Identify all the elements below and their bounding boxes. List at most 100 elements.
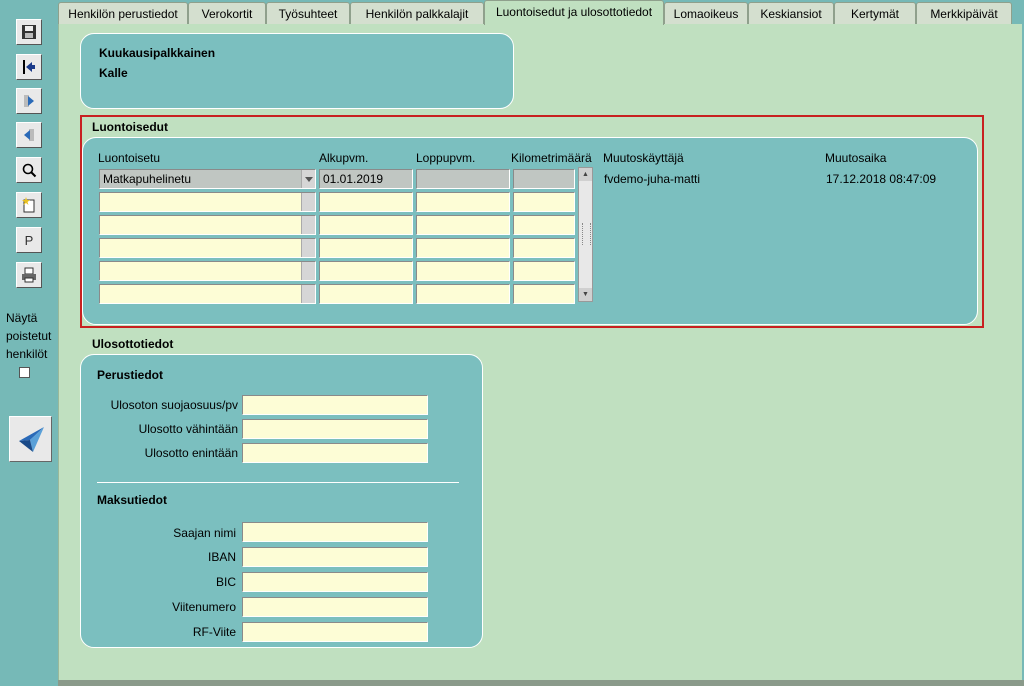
benefit-select[interactable] bbox=[99, 215, 316, 235]
end-date-field[interactable] bbox=[416, 284, 510, 304]
reference-number-field[interactable] bbox=[242, 597, 428, 617]
col-header-benefit: Luontoisetu bbox=[98, 151, 161, 165]
benefit-select[interactable]: Matkapuhelinetu bbox=[99, 169, 316, 189]
chevron-down-icon[interactable] bbox=[301, 262, 315, 280]
enforcement-min-field[interactable] bbox=[242, 419, 428, 439]
col-header-start: Alkupvm. bbox=[319, 151, 369, 165]
rf-reference-field[interactable] bbox=[242, 622, 428, 642]
scroll-down-icon[interactable]: ▼ bbox=[579, 288, 592, 301]
field-label: Ulosoton suojaosuus/pv bbox=[110, 398, 238, 412]
person-name: Kalle bbox=[99, 66, 128, 80]
tab-average-earnings[interactable]: Keskiansiot bbox=[748, 2, 834, 24]
end-date-field[interactable] bbox=[416, 261, 510, 281]
modifier-value: fvdemo-juha-matti bbox=[604, 172, 701, 186]
start-date-field[interactable] bbox=[319, 284, 413, 304]
field-label: BIC bbox=[215, 575, 236, 589]
km-field[interactable] bbox=[513, 215, 575, 235]
print-icon bbox=[22, 267, 36, 283]
field-label: Ulosotto vähintään bbox=[138, 422, 238, 436]
save-icon bbox=[22, 25, 36, 39]
end-date-field[interactable] bbox=[416, 238, 510, 258]
benefit-select[interactable] bbox=[99, 284, 316, 304]
start-date-field[interactable]: 01.01.2019 bbox=[319, 169, 413, 189]
scroll-grip[interactable] bbox=[582, 223, 591, 245]
search-button[interactable] bbox=[16, 157, 42, 183]
km-field[interactable] bbox=[513, 169, 575, 189]
tab-personal-info[interactable]: Henkilön perustiedot bbox=[58, 2, 188, 24]
back-icon bbox=[23, 60, 35, 74]
p-button[interactable]: P bbox=[16, 227, 42, 253]
back-button[interactable] bbox=[16, 54, 42, 80]
start-date-field[interactable] bbox=[319, 238, 413, 258]
end-date-field[interactable] bbox=[416, 192, 510, 212]
benefits-title: Luontoisedut bbox=[92, 120, 168, 134]
field-label: IBAN bbox=[207, 550, 236, 564]
benefits-scrollbar[interactable]: ▲ ▼ bbox=[578, 167, 593, 302]
col-header-modified: Muutosaika bbox=[825, 151, 887, 165]
next-icon bbox=[24, 95, 34, 107]
tab-benefits-enforcement[interactable]: Luontoisedut ja ulosottotiedot bbox=[484, 0, 664, 25]
left-toolbar: P Näytä poistetut henkilöt bbox=[0, 0, 58, 686]
chevron-down-icon[interactable] bbox=[301, 193, 315, 211]
tab-bar: Henkilön perustiedot Verokortit Työsuhte… bbox=[58, 0, 1024, 25]
start-date-field[interactable] bbox=[319, 192, 413, 212]
enforcement-title: Ulosottotiedot bbox=[92, 337, 174, 351]
chevron-down-icon[interactable] bbox=[301, 216, 315, 234]
iban-field[interactable] bbox=[242, 547, 428, 567]
tab-employments[interactable]: Työsuhteet bbox=[266, 2, 350, 24]
tab-tax-cards[interactable]: Verokortit bbox=[188, 2, 266, 24]
enforcement-max-field[interactable] bbox=[242, 443, 428, 463]
field-label: Viitenumero bbox=[172, 600, 236, 614]
show-deleted-line-1: Näytä bbox=[6, 311, 38, 325]
km-field[interactable] bbox=[513, 284, 575, 304]
show-deleted-line-2: poistetut bbox=[6, 329, 52, 343]
person-panel: Kuukausipalkkainen Kalle bbox=[80, 33, 514, 109]
previous-button[interactable] bbox=[16, 122, 42, 148]
new-record-button[interactable] bbox=[16, 192, 42, 218]
show-deleted-label: Näytä poistetut henkilöt bbox=[6, 309, 58, 363]
payment-info-title: Maksutiedot bbox=[97, 493, 168, 507]
previous-icon bbox=[24, 129, 34, 141]
km-field[interactable] bbox=[513, 192, 575, 212]
print-button[interactable] bbox=[16, 262, 42, 288]
search-icon bbox=[22, 163, 37, 178]
next-button[interactable] bbox=[16, 88, 42, 114]
end-date-field[interactable] bbox=[416, 169, 510, 189]
modified-value: 17.12.2018 08:47:09 bbox=[826, 172, 937, 186]
tab-anniversaries[interactable]: Merkkipäivät bbox=[916, 2, 1012, 24]
chevron-down-icon[interactable] bbox=[301, 285, 315, 303]
protected-amount-field[interactable] bbox=[242, 395, 428, 415]
chevron-down-icon[interactable] bbox=[301, 239, 315, 257]
km-field[interactable] bbox=[513, 261, 575, 281]
tab-pay-types[interactable]: Henkilön palkkalajit bbox=[350, 2, 484, 24]
col-header-modifier: Muutoskäyttäjä bbox=[603, 151, 684, 165]
benefit-select[interactable] bbox=[99, 192, 316, 212]
person-employment-type: Kuukausipalkkainen bbox=[99, 46, 216, 60]
col-header-end: Loppupvm. bbox=[416, 151, 476, 165]
field-label: RF-Viite bbox=[192, 625, 236, 639]
start-date-field[interactable] bbox=[319, 261, 413, 281]
end-date-field[interactable] bbox=[416, 215, 510, 235]
section-divider bbox=[97, 482, 459, 483]
field-label: Ulosotto enintään bbox=[144, 446, 238, 460]
tab-accumulations[interactable]: Kertymät bbox=[834, 2, 916, 24]
benefit-select[interactable] bbox=[99, 238, 316, 258]
bottom-strip bbox=[58, 680, 1024, 686]
save-button[interactable] bbox=[16, 19, 42, 45]
show-deleted-line-3: henkilöt bbox=[6, 347, 48, 361]
basic-info-title: Perustiedot bbox=[97, 368, 164, 382]
start-date-field[interactable] bbox=[319, 215, 413, 235]
col-header-km: Kilometrimäärä bbox=[511, 151, 592, 165]
payee-name-field[interactable] bbox=[242, 522, 428, 542]
benefit-select[interactable] bbox=[99, 261, 316, 281]
scroll-up-icon[interactable]: ▲ bbox=[579, 168, 592, 181]
chevron-down-icon[interactable] bbox=[301, 170, 315, 188]
km-field[interactable] bbox=[513, 238, 575, 258]
logo-icon bbox=[18, 427, 44, 452]
field-label: Saajan nimi bbox=[173, 526, 236, 540]
bic-field[interactable] bbox=[242, 572, 428, 592]
new-record-icon bbox=[22, 197, 35, 213]
benefit-value: Matkapuhelinetu bbox=[103, 172, 192, 186]
show-deleted-checkbox[interactable] bbox=[19, 367, 30, 378]
tab-holiday-rights[interactable]: Lomaoikeus bbox=[664, 2, 748, 24]
